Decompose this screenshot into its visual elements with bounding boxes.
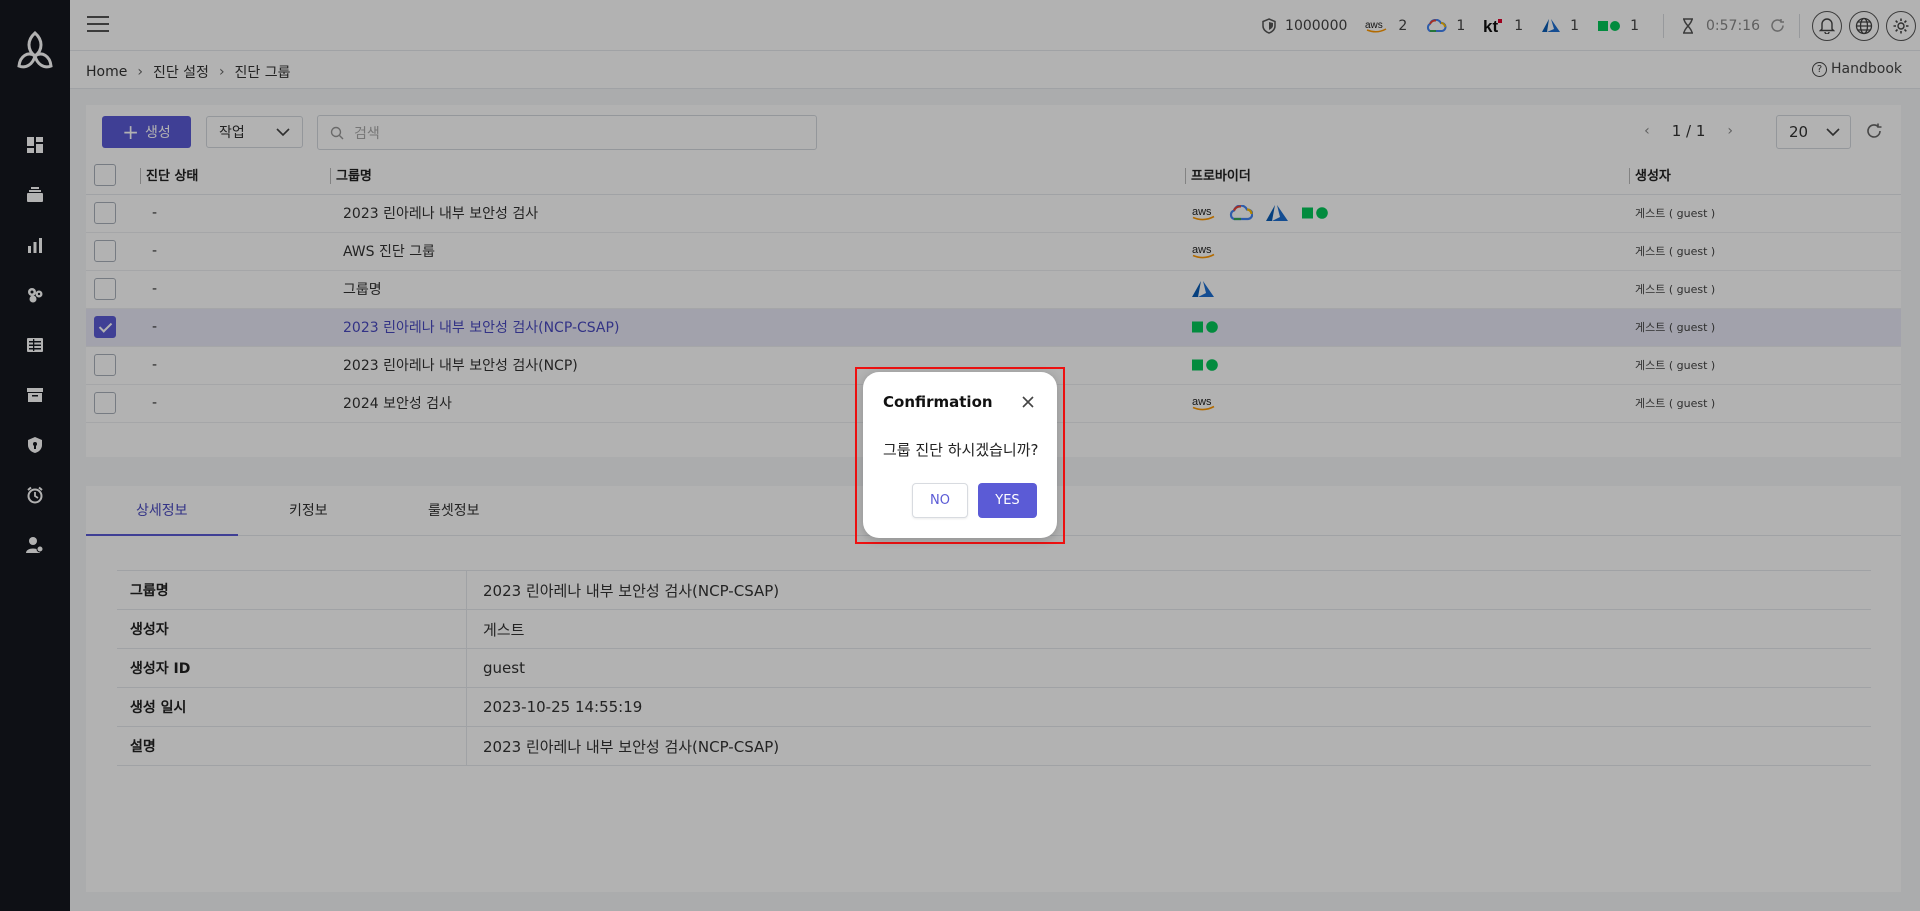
dialog-message: 그룹 진단 하시겠습니까?	[883, 441, 1039, 459]
yes-button[interactable]: YES	[978, 483, 1037, 518]
dialog-title: Confirmation	[883, 393, 993, 411]
no-button[interactable]: NO	[912, 483, 968, 518]
confirmation-dialog: Confirmation 그룹 진단 하시겠습니까? NO YES	[863, 372, 1057, 538]
close-icon[interactable]	[1021, 395, 1035, 409]
